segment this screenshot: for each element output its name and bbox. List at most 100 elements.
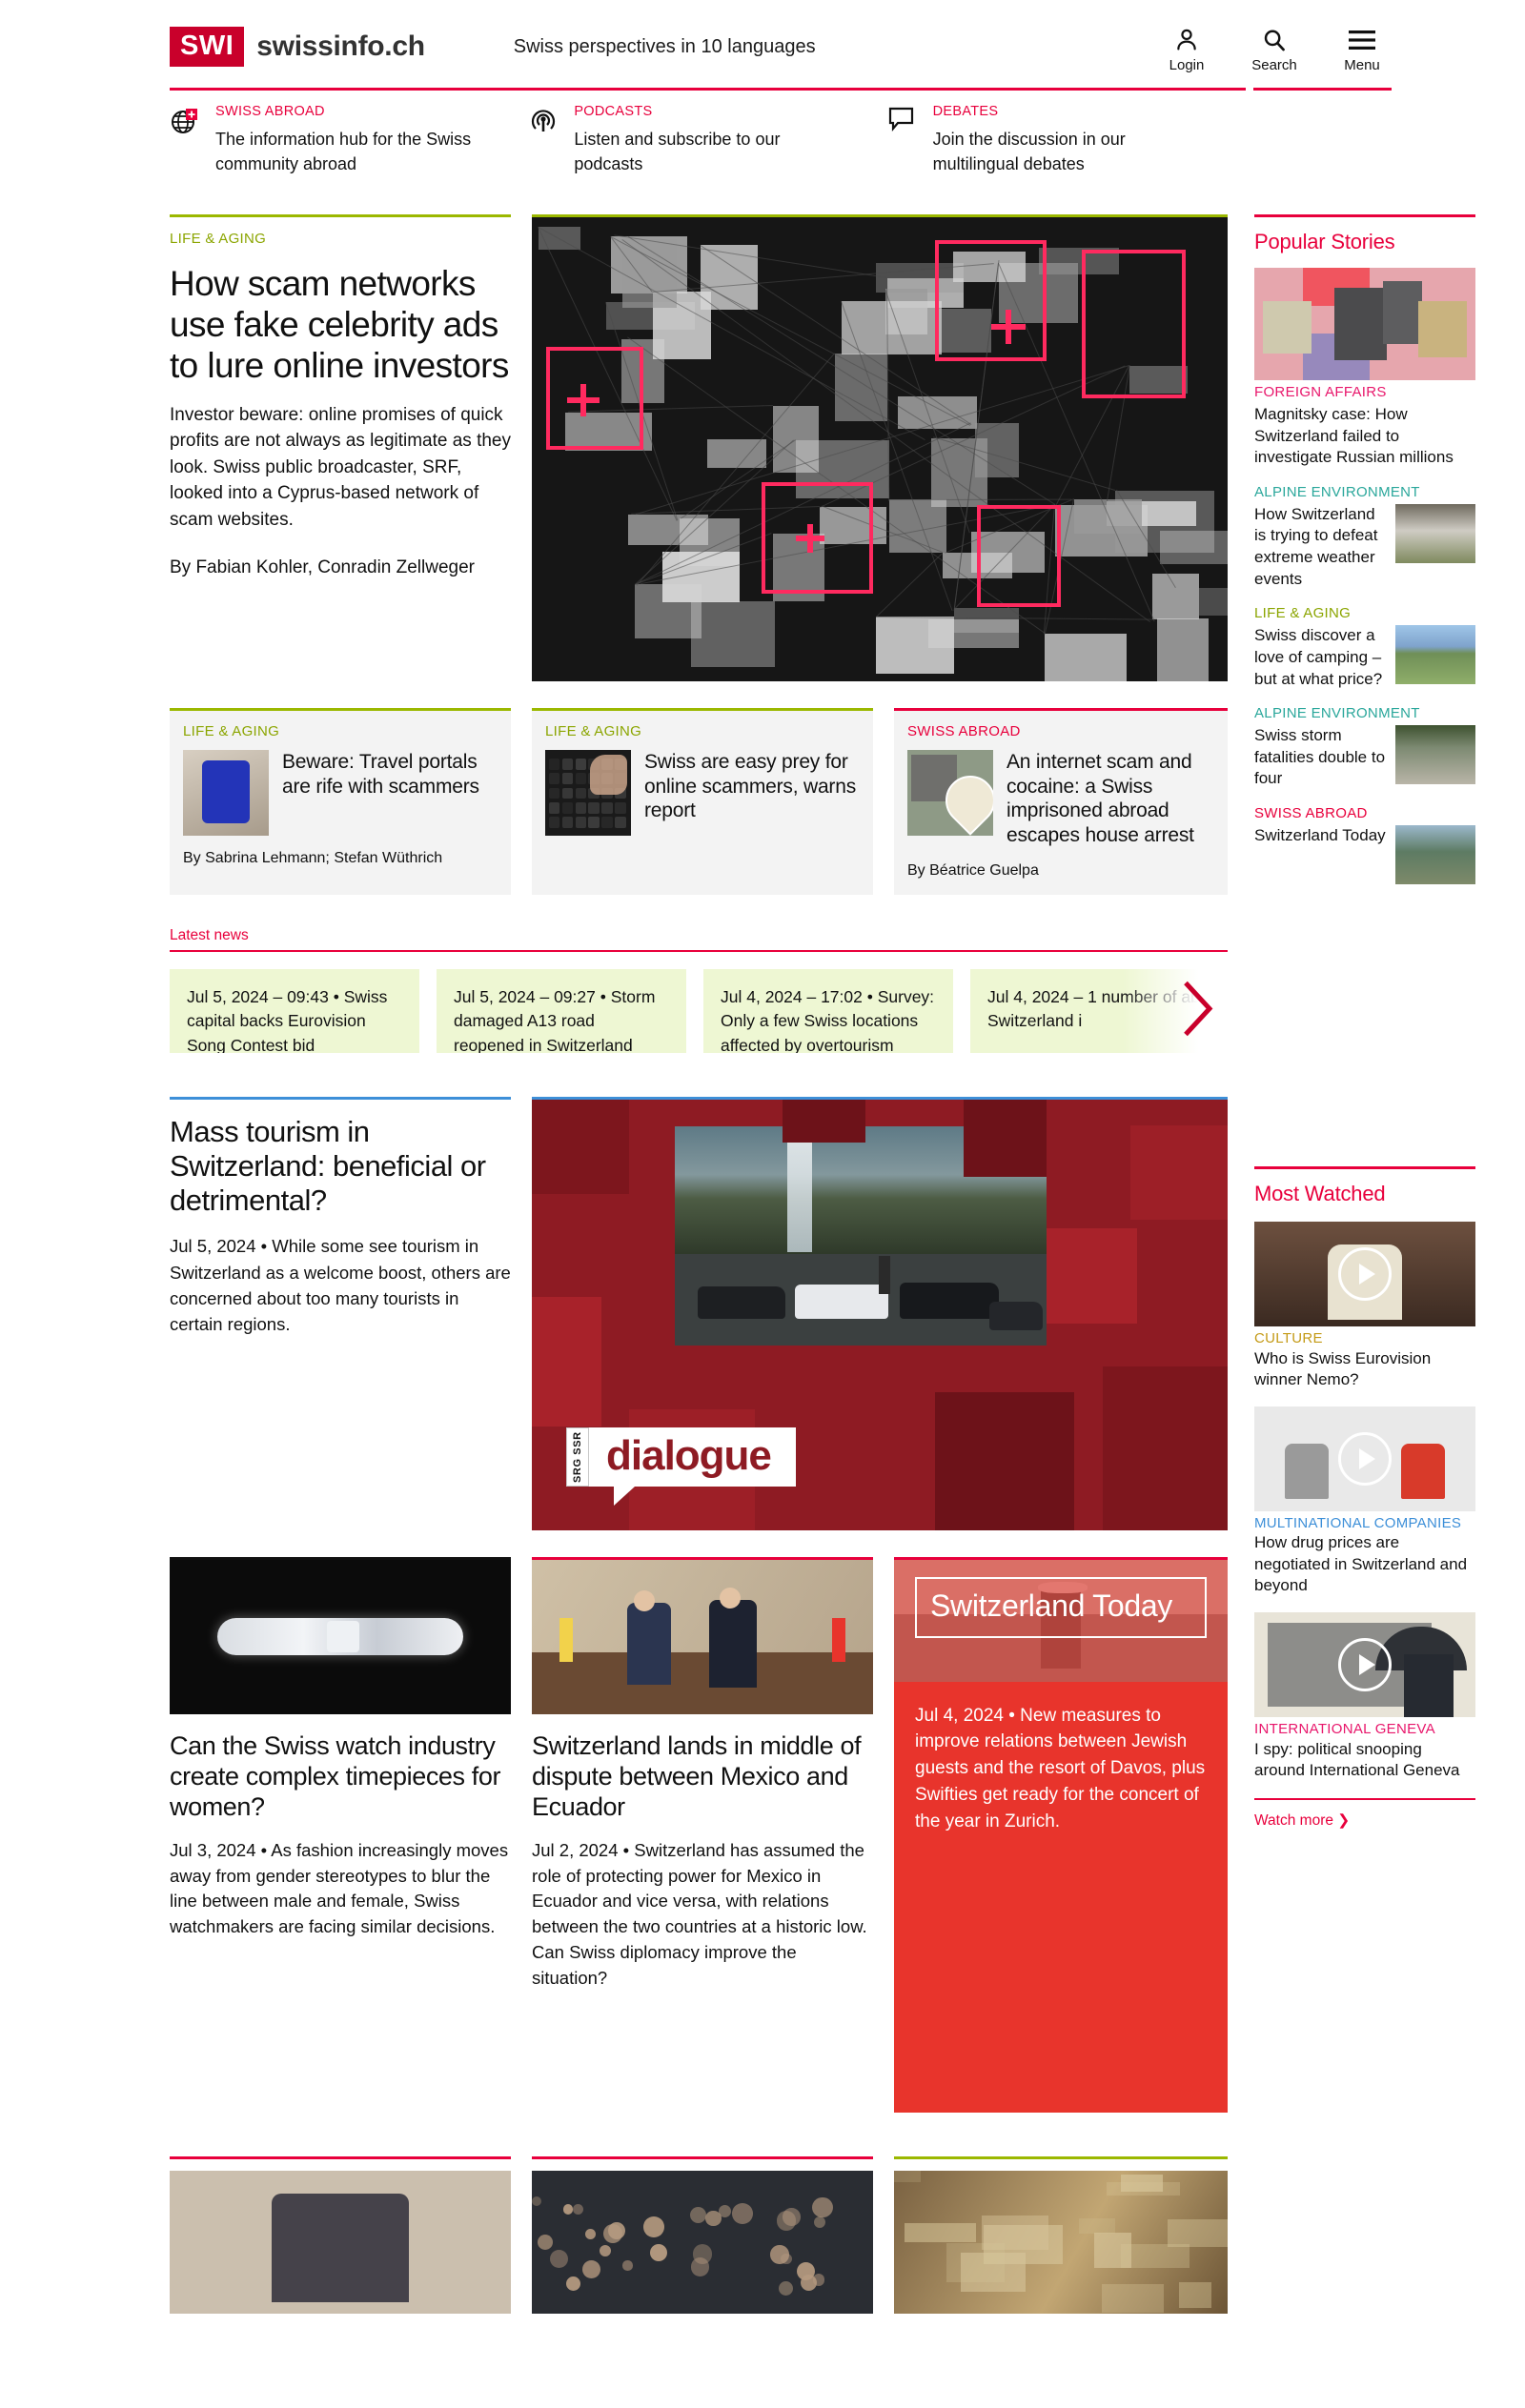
play-icon[interactable]	[1338, 1431, 1392, 1486]
promo-kicker: PODCASTS	[574, 104, 653, 119]
dialogue-wordmark: dialogue	[606, 1431, 772, 1479]
search-button[interactable]: Search	[1245, 24, 1304, 73]
article-row: Can the Swiss watch industry create comp…	[170, 1556, 1228, 2113]
latest-news-item[interactable]: Jul 4, 2024 – 17:02 • Survey: Only a few…	[703, 968, 953, 1053]
hero-text: LIFE & AGING How scam networks use fake …	[170, 214, 511, 681]
site-tagline: Swiss perspectives in 10 languages	[513, 35, 816, 57]
latest-news-heading: Latest news	[170, 927, 1228, 952]
content-column: LIFE & AGING How scam networks use fake …	[170, 214, 1228, 2314]
popular-item[interactable]: LIFE & AGING Swiss discover a love of ca…	[1254, 605, 1475, 690]
popular-item[interactable]: ALPINE ENVIRONMENT Swiss storm fatalitie…	[1254, 705, 1475, 790]
latest-news-section: Latest news Jul 5, 2024 – 09:43 • Swiss …	[170, 927, 1228, 1053]
menu-label: Menu	[1344, 57, 1380, 73]
subcard-title: Beware: Travel portals are rife with sca…	[282, 751, 479, 798]
card-swiss-watch[interactable]: Can the Swiss watch industry create comp…	[170, 1556, 511, 2113]
popular-item[interactable]: SWISS ABROAD Switzerland Today	[1254, 805, 1475, 884]
popular-stories-heading: Popular Stories	[1254, 230, 1395, 254]
most-watched-heading: Most Watched	[1254, 1181, 1386, 1205]
search-label: Search	[1251, 57, 1297, 73]
hero-lead: Investor beware: online promises of quic…	[170, 404, 512, 530]
popular-stories-section: Popular Stories FOREIGN AFFAIRS Magnitsk…	[1254, 214, 1475, 884]
chevron-right-icon[interactable]	[1182, 979, 1214, 1042]
subcard-online-scammers[interactable]: LIFE & AGING Swiss are easy prey for onl…	[532, 708, 873, 895]
popular-item-thumbnail	[1395, 625, 1475, 685]
popular-item[interactable]: ALPINE ENVIRONMENT How Switzerland is tr…	[1254, 484, 1475, 590]
promo-text: Listen and subscribe to our podcasts	[574, 130, 781, 173]
card-partial-3[interactable]	[894, 2155, 1228, 2314]
most-watched-kicker: INTERNATIONAL GENEVA	[1254, 1720, 1435, 1737]
tourism-lead: Jul 5, 2024 • While some see tourism in …	[170, 1236, 511, 1334]
card-partial-2[interactable]	[532, 2155, 873, 2314]
popular-item-title: Switzerland Today	[1254, 825, 1386, 844]
site-header: SWI swissinfo.ch Swiss perspectives in 1…	[0, 0, 1525, 88]
promo-kicker: DEBATES	[932, 104, 999, 119]
tourism-image: SRG SSR dialogue	[532, 1096, 1228, 1530]
card-partial-1[interactable]	[170, 2155, 511, 2314]
most-watched-image	[1254, 1406, 1475, 1511]
most-watched-image	[1254, 1611, 1475, 1717]
promo-debates[interactable]: DEBATES Join the discussion in our multi…	[886, 88, 1246, 192]
login-button[interactable]: Login	[1157, 24, 1216, 73]
most-watched-title: Who is Swiss Eurovision winner Nemo?	[1254, 1348, 1432, 1389]
card-title: Switzerland lands in middle of dispute b…	[532, 1730, 862, 1822]
most-watched-item[interactable]: MULTINATIONAL COMPANIES How drug prices …	[1254, 1406, 1475, 1597]
card-mexico-ecuador[interactable]: Switzerland lands in middle of dispute b…	[532, 1556, 873, 2113]
latest-news-item[interactable]: Jul 5, 2024 – 09:43 • Swiss capital back…	[170, 968, 419, 1053]
card-image	[532, 2170, 873, 2314]
subcard-thumbnail	[545, 750, 631, 837]
login-label: Login	[1169, 57, 1205, 73]
popular-item-kicker: LIFE & AGING	[1254, 605, 1352, 622]
subcard-row: LIFE & AGING Beware: Travel portals are …	[170, 708, 1228, 895]
homepage: SWI swissinfo.ch Swiss perspectives in 1…	[0, 0, 1525, 2314]
promo-row: SWISS ABROAD The information hub for the…	[170, 88, 1392, 192]
tourism-article[interactable]: Mass tourism in Switzerland: beneficial …	[170, 1096, 1228, 1530]
hamburger-menu-icon	[1348, 24, 1376, 56]
card-image	[170, 1559, 511, 1714]
site-logo[interactable]: SWI swissinfo.ch	[170, 27, 425, 67]
tourism-title: Mass tourism in Switzerland: beneficial …	[170, 1114, 486, 1218]
most-watched-title: How drug prices are negotiated in Switze…	[1254, 1533, 1468, 1595]
promo-podcasts[interactable]: PODCASTS Listen and subscribe to our pod…	[528, 88, 887, 192]
popular-item-title: Swiss storm fatalities double to four	[1254, 726, 1386, 788]
search-icon	[1261, 24, 1288, 56]
subcard-kicker: SWISS ABROAD	[907, 723, 1021, 740]
promo-rule	[1252, 88, 1392, 192]
most-watched-item[interactable]: CULTURE Who is Swiss Eurovision winner N…	[1254, 1221, 1475, 1391]
sidebar: Popular Stories FOREIGN AFFAIRS Magnitsk…	[1254, 214, 1475, 2313]
popular-item-kicker: SWISS ABROAD	[1254, 804, 1368, 821]
tourism-text: Mass tourism in Switzerland: beneficial …	[170, 1096, 511, 1530]
subcard-title: An internet scam and cocaine: a Swiss im…	[1006, 751, 1194, 846]
header-actions: Login Search Menu	[1157, 20, 1392, 73]
subcard-byline: By Béatrice Guelpa	[907, 861, 1039, 879]
promo-swiss-abroad[interactable]: SWISS ABROAD The information hub for the…	[170, 88, 529, 192]
card-image	[170, 2170, 511, 2314]
podcast-icon	[528, 104, 560, 176]
subcard-internet-scam-cocaine[interactable]: SWISS ABROAD An internet scam and cocain…	[894, 708, 1228, 895]
most-watched-item[interactable]: INTERNATIONAL GENEVA I spy: political sn…	[1254, 1611, 1475, 1782]
subcard-byline: By Sabrina Lehmann; Stefan Wüthrich	[183, 850, 443, 867]
globe-swiss-cross-icon	[170, 104, 202, 176]
popular-item-kicker: ALPINE ENVIRONMENT	[1254, 705, 1420, 722]
hero-article[interactable]: LIFE & AGING How scam networks use fake …	[170, 214, 1228, 682]
card-title: Can the Swiss watch industry create comp…	[170, 1730, 501, 1822]
latest-news-item[interactable]: Jul 5, 2024 – 09:27 • Storm damaged A13 …	[437, 968, 686, 1053]
srg-ssr-label: SRG SSR	[566, 1427, 589, 1487]
popular-lead-item[interactable]: FOREIGN AFFAIRS Magnitsky case: How Swit…	[1254, 268, 1475, 469]
latest-news-list: Jul 5, 2024 – 09:43 • Swiss capital back…	[170, 968, 1228, 1053]
hero-kicker: LIFE & AGING	[170, 231, 267, 248]
watch-more-link[interactable]: Watch more ❯	[1254, 1798, 1475, 1830]
article-row-partial	[170, 2155, 1228, 2314]
popular-item-title: How Switzerland is trying to defeat extr…	[1254, 504, 1378, 588]
card-lead: Jul 3, 2024 • As fashion increasingly mo…	[170, 1839, 509, 1937]
card-image	[532, 1559, 873, 1714]
play-icon[interactable]	[1338, 1637, 1392, 1691]
logo-mark: SWI	[170, 27, 245, 67]
menu-button[interactable]: Menu	[1332, 24, 1392, 73]
card-switzerland-today[interactable]: Switzerland Today Jul 4, 2024 • New meas…	[894, 1556, 1228, 2113]
subcard-travel-portals[interactable]: LIFE & AGING Beware: Travel portals are …	[170, 708, 511, 895]
main-layout: LIFE & AGING How scam networks use fake …	[170, 214, 1475, 2314]
subcard-title: Swiss are easy prey for online scammers,…	[644, 751, 857, 822]
popular-item-kicker: ALPINE ENVIRONMENT	[1254, 483, 1420, 500]
play-icon[interactable]	[1338, 1246, 1392, 1301]
popular-item-thumbnail	[1395, 503, 1475, 563]
